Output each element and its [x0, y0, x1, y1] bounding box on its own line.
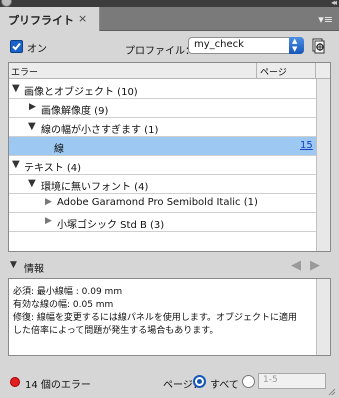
collapsed-triangle-icon[interactable]: ▶ — [29, 102, 36, 112]
column-divider — [315, 63, 316, 79]
tree-row-stroke-too-small[interactable]: ▼ 線の幅が小さすぎます (1) — [9, 118, 316, 137]
info-scrollbar[interactable] — [316, 279, 330, 355]
tree-row-missing-fonts[interactable]: ▼ 環境に無いフォント (4) — [9, 175, 316, 194]
expanded-triangle-icon[interactable]: ▼ — [28, 178, 36, 189]
next-arrow-icon[interactable]: ▶ — [310, 258, 320, 273]
on-checkbox[interactable] — [10, 40, 23, 53]
pages-range-placeholder: 1-5 — [263, 375, 278, 385]
error-tree-table: エラー ページ ▼ 画像とオブジェクト (10) ▶ 画像解像度 (9) ▼ 線… — [8, 62, 331, 252]
profile-define-icon[interactable] — [310, 37, 327, 54]
on-checkbox-label: オン — [27, 44, 47, 55]
tree-row-label: 環境に無いフォント (4) — [41, 182, 149, 193]
expanded-triangle-icon[interactable]: ▼ — [12, 83, 20, 94]
page-link[interactable]: 15 — [300, 140, 313, 151]
info-header: ▼ 情報 ◀ ▶ — [8, 258, 331, 275]
previous-arrow-icon[interactable]: ◀ — [291, 258, 301, 273]
info-line: した倍率によって問題が発生する場合もあります。 — [13, 326, 219, 336]
tree-row-label: 画像解像度 (9) — [41, 106, 109, 117]
pages-range-radio[interactable] — [242, 375, 255, 388]
tree-row-label: 線の幅が小さすぎます (1) — [41, 125, 159, 136]
expanded-triangle-icon[interactable]: ▼ — [28, 121, 36, 132]
profile-label: プロファイル： — [125, 46, 195, 57]
tree-row-image-resolution[interactable]: ▶ 画像解像度 (9) — [9, 99, 316, 118]
column-divider — [256, 63, 257, 79]
tree-row-label: テキスト (4) — [24, 163, 82, 174]
column-header-error[interactable]: エラー — [11, 65, 38, 78]
tree-row-label: 画像とオブジェクト (10) — [24, 87, 138, 98]
info-toggle-icon[interactable]: ▼ — [10, 260, 17, 270]
status-bar: 14 個のエラー ページ： すべて 1-5 — [0, 368, 339, 398]
error-status-icon — [10, 377, 20, 387]
pages-all-label: すべて — [210, 380, 239, 391]
tree-row-font-garamond[interactable]: ▶ Adobe Garamond Pro Semibold Italic (1) — [9, 194, 316, 213]
tree-row-label: 小塚ゴシック Std B (3) — [57, 220, 165, 231]
pages-all-radio[interactable] — [193, 375, 206, 388]
table-scrollbar[interactable] — [316, 79, 330, 251]
tab-preflight[interactable]: プリフライト × — [0, 7, 100, 31]
expanded-triangle-icon[interactable]: ▼ — [12, 159, 20, 170]
info-line: 修復: 線幅を変更するには線パネルを使用します。オブジェクトに適用 — [13, 313, 297, 323]
collapse-icon[interactable]: ◂◂ — [331, 0, 337, 7]
tree-row-font-kozuka[interactable]: ▶ 小塚ゴシック Std B (3) — [9, 213, 316, 232]
column-header-page[interactable]: ページ — [260, 65, 287, 78]
panel-tab-bar: プリフライト × ▾≡ — [0, 7, 339, 31]
tree-row-label: Adobe Garamond Pro Semibold Italic (1) — [57, 197, 258, 208]
panel-top-strip: ◂◂ — [0, 0, 339, 7]
error-count: 14 個のエラー — [25, 380, 91, 391]
collapsed-triangle-icon[interactable]: ▶ — [45, 197, 52, 207]
profile-select[interactable]: my_check ▲ ▼ — [188, 37, 304, 54]
info-text-box: 必須: 最小線幅 : 0.09 mm 有効な線の幅: 0.05 mm 修復: 線… — [8, 278, 331, 356]
tree-row-text[interactable]: ▼ テキスト (4) — [9, 156, 316, 175]
collapsed-triangle-icon[interactable]: ▶ — [45, 216, 52, 226]
select-arrows-icon: ▲ ▼ — [289, 37, 304, 54]
resize-grip-icon[interactable] — [328, 388, 336, 396]
tree-row-stroke-item[interactable]: 線 15 — [9, 137, 316, 156]
checkmark-icon — [12, 42, 21, 51]
tree-row-images-objects[interactable]: ▼ 画像とオブジェクト (10) — [9, 80, 316, 99]
tab-preflight-label: プリフライト — [8, 14, 74, 27]
panel-close-button[interactable] — [1, 0, 12, 7]
info-line: 有効な線の幅: 0.05 mm — [13, 300, 114, 310]
pages-range-input[interactable]: 1-5 — [258, 373, 326, 389]
table-header: エラー ページ — [9, 63, 330, 79]
panel-menu-icon[interactable]: ▾≡ — [318, 13, 333, 26]
profile-value: my_check — [194, 39, 244, 50]
info-line: 必須: 最小線幅 : 0.09 mm — [13, 287, 123, 297]
tree-row-label: 線 — [54, 144, 64, 155]
info-title: 情報 — [24, 264, 44, 275]
close-icon[interactable]: × — [78, 12, 87, 25]
